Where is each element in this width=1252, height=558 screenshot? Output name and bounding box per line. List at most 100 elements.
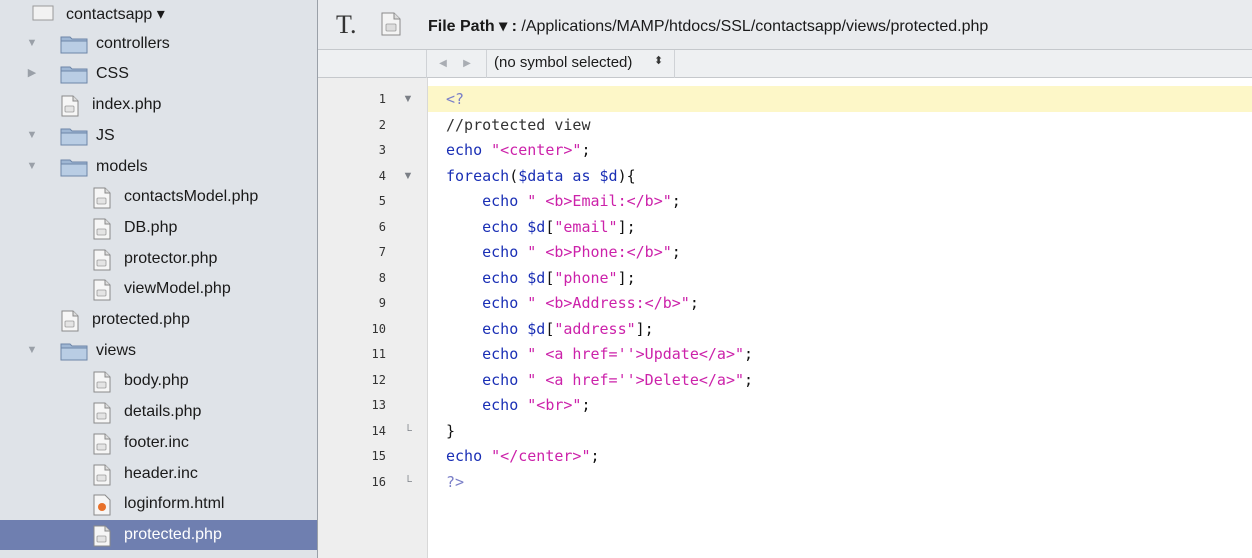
line-number: 12 [371, 372, 386, 387]
code-token: echo [446, 243, 528, 261]
fold-end-icon[interactable]: └ [401, 418, 415, 444]
sidebar-item[interactable]: ▼ views [0, 336, 317, 366]
folder-icon [60, 34, 88, 59]
sidebar-item[interactable]: ▶ CSS [0, 59, 317, 89]
code-token: echo [446, 294, 528, 312]
folder-icon [60, 126, 88, 151]
path-bar: T. File Path ▾ : /Applications/MAMP/htdo… [318, 0, 1252, 50]
code-text-area[interactable]: <?//protected view echo "<center>"; foreac… [428, 78, 1252, 558]
line-number: 8 [378, 270, 386, 285]
line-number: 9 [378, 296, 386, 310]
back-arrow-icon[interactable]: ◀ [434, 55, 452, 73]
php-file-icon [92, 187, 112, 214]
php-file-icon [92, 525, 112, 552]
code-line: echo $d["phone"]; [446, 265, 636, 291]
line-number: 5 [378, 194, 386, 208]
code-line: echo "</center>"; [446, 443, 600, 469]
sidebar-item[interactable]: protector.php [0, 244, 317, 276]
php-file-icon [92, 279, 112, 306]
file-path-value: /Applications/MAMP/htdocs/SSL/contactsap… [521, 18, 989, 35]
code-line: echo " <b>Address:</b>"; [446, 290, 699, 316]
disclosure-open-icon[interactable]: ▼ [26, 160, 38, 172]
code-token: ; [744, 370, 754, 389]
code-line: ?> [446, 469, 464, 495]
editor-pane: T. File Path ▾ : /Applications/MAMP/htdo… [318, 0, 1252, 558]
line-number: 16 [371, 474, 386, 489]
code-token: ( [509, 166, 519, 185]
code-token: ]; [617, 268, 636, 287]
document-icon[interactable] [380, 12, 402, 41]
line-number: 14 [371, 423, 386, 438]
code-token: " <a href=''>Update</a>" [527, 345, 745, 363]
php-file-icon [92, 402, 112, 429]
sidebar-item[interactable]: body.php [0, 366, 317, 396]
sidebar-item[interactable]: contactsModel.php [0, 182, 317, 214]
code-token: $data [518, 166, 564, 185]
sidebar-item[interactable]: index.php [0, 90, 317, 120]
sidebar-item-label: body.php [124, 372, 189, 390]
code-line: //protected view [446, 112, 591, 138]
sidebar-item[interactable]: ▼ controllers [0, 29, 317, 59]
sidebar-item-label: JS [96, 126, 115, 144]
fold-open-icon[interactable]: ▼ [401, 163, 415, 189]
php-file-icon [92, 464, 112, 491]
sidebar-item[interactable]: header.inc [0, 459, 317, 491]
code-token: echo [446, 319, 528, 338]
code-line: echo "<br>"; [446, 392, 590, 418]
disclosure-closed-icon[interactable]: ▶ [26, 67, 38, 79]
php-file-icon [92, 433, 112, 460]
sidebar-item[interactable]: footer.inc [0, 428, 317, 460]
code-token: ){ [617, 166, 636, 185]
text-tool-icon[interactable]: T. [336, 10, 356, 40]
sidebar-item[interactable]: ▼ models [0, 152, 317, 182]
line-number: 1 [378, 92, 386, 106]
fold-open-icon[interactable]: ▼ [401, 86, 415, 112]
disclosure-open-icon[interactable]: ▼ [26, 37, 38, 49]
code-token: echo [446, 396, 528, 414]
sidebar-item-label: protected.php [92, 311, 190, 328]
code-line: echo "<center>"; [446, 137, 591, 163]
line-number: 10 [371, 321, 386, 336]
folder-icon [60, 157, 88, 182]
disclosure-open-icon[interactable]: ▼ [26, 344, 38, 356]
sidebar-item[interactable]: viewModel.php [0, 274, 317, 306]
code-token: "<center>" [491, 141, 582, 159]
fold-end-icon[interactable]: └ [401, 469, 415, 495]
sidebar-item[interactable]: DB.php [0, 213, 317, 243]
sidebar-item[interactable]: loginform.html [0, 489, 317, 519]
code-token: //protected view [446, 115, 591, 134]
code-token: ; [581, 141, 591, 159]
symbol-popup-label: (no symbol selected) [494, 54, 633, 71]
code-token: foreach [446, 166, 510, 185]
code-token: echo [446, 370, 528, 389]
line-number-gutter: 1 ▼ 2 3 4 ▼ 5 6 7 8 9 10 11 12 13 14 └ 15 16 └ [318, 78, 428, 558]
forward-arrow-icon[interactable]: ▶ [458, 55, 476, 73]
code-line: echo " <a href=''>Delete</a>"; [446, 367, 753, 393]
symbol-popup[interactable]: (no symbol selected) [494, 54, 632, 71]
sidebar-item-label: header.inc [124, 464, 198, 482]
file-path[interactable]: File Path ▾ : /Applications/MAMP/htdocs/… [428, 16, 988, 36]
sidebar-item[interactable]: ▼ JS [0, 121, 317, 151]
sidebar-item[interactable]: protected.php [0, 305, 317, 337]
project-sidebar: contactsapp ▾ ▼ controllers ▶ CSS index.php ▼ J… [0, 0, 318, 558]
file-path-label[interactable]: File Path ▾ : [428, 18, 517, 35]
symbol-bar: ◀ ▶ (no symbol selected) ⬍ [318, 50, 1252, 78]
popup-stepper-icon[interactable]: ⬍ [654, 54, 663, 67]
code-token: "address" [554, 319, 636, 338]
sidebar-item[interactable]: details.php [0, 397, 317, 429]
code-token: echo [446, 345, 528, 363]
sidebar-item[interactable]: protected.php [0, 519, 317, 552]
code-token: " <b>Email:</b>" [527, 192, 672, 210]
disclosure-open-icon[interactable]: ▼ [26, 129, 38, 141]
code-line: echo " <b>Phone:</b>"; [446, 239, 681, 265]
php-file-icon [92, 249, 112, 276]
php-file-icon [60, 310, 80, 337]
sidebar-item-label: protected.php [124, 525, 222, 543]
project-icon [30, 3, 58, 28]
code-token: ]; [635, 319, 654, 338]
code-token: echo [446, 192, 528, 210]
sidebar-item-label: views [96, 341, 137, 359]
code-line: echo " <a href=''>Update</a>"; [446, 341, 753, 367]
folder-icon [60, 341, 88, 366]
sidebar-item[interactable]: contactsapp ▾ [0, 0, 317, 28]
